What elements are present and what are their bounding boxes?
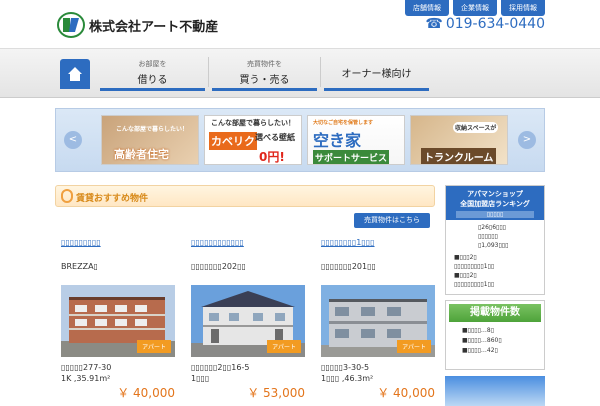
property-photo[interactable]: アパート — [321, 285, 435, 357]
section-title: 賃貸おすすめ物件 — [76, 194, 149, 204]
banner-text: 収納スペースが — [453, 122, 499, 133]
ranking-line: ▯1,093▯▯▯ — [478, 242, 509, 249]
ranking-item: ■▯▯▯2▯ — [454, 272, 477, 279]
company-name[interactable]: 株式会社アート不動産 — [89, 16, 218, 35]
ranking-item: ▯▯▯▯▯▯▯▯▯1▯▯ — [454, 281, 495, 288]
nav-owners-label: オーナー様向け — [341, 69, 412, 80]
nav-buy-sell-sub: 売買物件を — [247, 60, 282, 68]
property-card: ▯▯▯▯▯▯▯▯▯▯▯▯ ▯▯▯▯▯▯▯202▯▯ アパート ▯▯▯▯▯▯2▯▯… — [191, 238, 305, 401]
ranking-line: ▯26▯6▯▯▯ — [478, 224, 506, 231]
property-price: ￥ 53,000 — [247, 386, 305, 400]
phone-icon: ☎ — [425, 16, 443, 32]
store-info-link[interactable]: 店舗情報 — [405, 0, 449, 16]
property-spec: 1K ,35.91m² — [61, 374, 111, 383]
nav-buy-sell-label: 買う・売る — [239, 75, 290, 86]
property-photo[interactable]: アパート — [61, 285, 175, 357]
listing-count-title: 掲載物件数 — [449, 304, 541, 322]
sidebar-banner[interactable] — [445, 376, 545, 406]
property-price: ￥ 40,000 — [117, 386, 175, 400]
phone-number: ☎ 019-634-0440 — [425, 16, 545, 32]
banner-text: カベリク — [209, 132, 257, 150]
nav-rent-sub: お部屋を — [138, 60, 167, 68]
banner-trunk-room[interactable]: 収納スペースが トランクルーム — [410, 115, 508, 165]
slider-next-button[interactable]: > — [518, 131, 536, 149]
banner-text: 高齢者住宅 — [114, 148, 169, 161]
property-card: ▯▯▯▯▯▯▯▯▯ BREZZA▯ アパート ▯▯▯▯▯277-30 1K ,3… — [61, 238, 175, 401]
banner-vacant-house[interactable]: 大切なご自宅を保管します 空き家 サポートサービス — [307, 115, 405, 165]
ranking-subtitle: 全国加盟店ランキング — [460, 200, 530, 208]
home-icon — [68, 67, 82, 81]
company-logo-icon[interactable] — [57, 12, 85, 38]
property-photo[interactable]: アパート — [191, 285, 305, 357]
property-link[interactable]: ▯▯▯▯▯▯▯▯1▯▯▯ — [321, 238, 435, 247]
property-price: ￥ 40,000 — [377, 386, 435, 400]
listing-count-widget: 掲載物件数 ■▯▯▯▯…8▯ ■▯▯▯▯…860▯ ■▯▯▯▯…42▯ — [445, 300, 545, 370]
recruit-info-link[interactable]: 採用情報 — [501, 0, 545, 16]
top-links: 店舗情報 企業情報 採用情報 — [405, 0, 545, 16]
ranking-tag: ▯▯▯▯▯ — [456, 211, 534, 218]
sale-properties-button[interactable]: 売買物件はこちら — [354, 213, 430, 228]
clip-icon — [61, 189, 73, 203]
nav-divider — [208, 57, 209, 87]
chevron-left-icon: < — [68, 134, 78, 145]
banner-text: 大切なご自宅を保管します — [313, 120, 374, 126]
property-type-badge: アパート — [267, 340, 301, 353]
property-address: ▯▯▯▯▯3-30-5 — [321, 363, 370, 372]
ranking-list: ■▯▯▯2▯ ▯▯▯▯▯▯▯▯▯1▯▯ ■▯▯▯2▯ ▯▯▯▯▯▯▯▯▯1▯▯ — [446, 250, 544, 289]
property-type-badge: アパート — [137, 340, 171, 353]
property-spec: 1▯▯▯ — [191, 374, 210, 383]
main-nav: お部屋を 借りる 売買物件を 買う・売る オーナー様向け — [0, 48, 600, 98]
property-name: BREZZA▯ — [61, 262, 98, 271]
property-spec: 1▯▯▯ ,46.3m² — [321, 374, 374, 383]
property-name: ▯▯▯▯▯▯▯202▯▯ — [191, 262, 246, 271]
banner-text: 選べる壁紙 — [255, 133, 295, 142]
property-card: ▯▯▯▯▯▯▯▯1▯▯▯ ▯▯▯▯▯▯▯201▯▯ アパート ▯▯▯▯▯3-30… — [321, 238, 435, 401]
ranking-lines: ▯26▯6▯▯▯ ▯▯▯▯▯▯ ▯1,093▯▯▯ — [446, 220, 544, 250]
listing-count-list: ■▯▯▯▯…8▯ ■▯▯▯▯…860▯ ■▯▯▯▯…42▯ — [446, 322, 544, 356]
listing-count-item: ■▯▯▯▯…8▯ — [462, 327, 494, 334]
ranking-header: アパマンショップ 全国加盟店ランキング ▯▯▯▯▯ — [446, 186, 544, 220]
banner-text: こんな部屋で暮らしたい！ — [211, 119, 295, 127]
property-address: ▯▯▯▯▯▯2▯▯16-5 — [191, 363, 250, 372]
nav-rent-label: 借りる — [137, 75, 168, 86]
banner-senior-housing[interactable]: こんな部屋で暮らしたい！ 高齢者住宅 — [101, 115, 199, 165]
slider-prev-button[interactable]: < — [64, 131, 82, 149]
ranking-title: アパマンショップ — [467, 190, 523, 198]
company-info-link[interactable]: 企業情報 — [453, 0, 497, 16]
property-link[interactable]: ▯▯▯▯▯▯▯▯▯ — [61, 238, 175, 247]
ranking-item: ■▯▯▯2▯ — [454, 254, 477, 261]
property-name: ▯▯▯▯▯▯▯201▯▯ — [321, 262, 376, 271]
banner-slider: < こんな部屋で暮らしたい！ 高齢者住宅 こんな部屋で暮らしたい！ カベリク 選… — [55, 108, 545, 172]
property-address: ▯▯▯▯▯277-30 — [61, 363, 112, 372]
listing-count-item: ■▯▯▯▯…42▯ — [462, 347, 498, 354]
banner-text: サポートサービス — [313, 150, 390, 164]
phone-text: 019-634-0440 — [445, 16, 545, 32]
chevron-right-icon: > — [522, 134, 532, 145]
nav-rent[interactable]: お部屋を 借りる — [100, 55, 205, 91]
banner-text: こんな部屋で暮らしたい！ — [116, 126, 189, 133]
site-header: 株式会社アート不動産 店舗情報 企業情報 採用情報 ☎ 019-634-0440 — [0, 0, 600, 48]
nav-owners[interactable]: オーナー様向け — [324, 55, 429, 91]
nav-divider — [320, 57, 321, 87]
banner-wallpaper[interactable]: こんな部屋で暮らしたい！ カベリク 選べる壁紙 0円! — [204, 115, 302, 165]
banner-text: トランクルーム — [421, 148, 497, 164]
ranking-item: ▯▯▯▯▯▯▯▯▯1▯▯ — [454, 263, 495, 270]
banner-text: 空き家 — [313, 131, 362, 150]
property-type-badge: アパート — [397, 340, 431, 353]
property-link[interactable]: ▯▯▯▯▯▯▯▯▯▯▯▯ — [191, 238, 305, 247]
banner-text: 0円! — [259, 150, 285, 164]
nav-buy-sell[interactable]: 売買物件を 買う・売る — [212, 55, 317, 91]
home-button[interactable] — [60, 59, 90, 89]
section-header: 賃貸おすすめ物件 — [55, 185, 435, 207]
ranking-line: ▯▯▯▯▯▯ — [478, 233, 498, 240]
ranking-widget[interactable]: アパマンショップ 全国加盟店ランキング ▯▯▯▯▯ ▯26▯6▯▯▯ ▯▯▯▯▯… — [445, 185, 545, 295]
listing-count-item: ■▯▯▯▯…860▯ — [462, 337, 502, 344]
